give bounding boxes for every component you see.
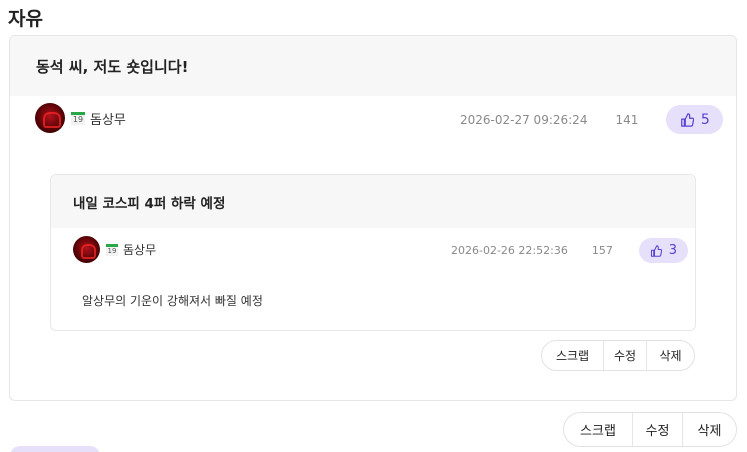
quoted-post-body: 알상무의 기운이 강해져서 빠질 예정 (82, 294, 263, 308)
edit-button[interactable]: 수정 (632, 413, 682, 446)
board-title: 자유 (8, 8, 43, 30)
quoted-author-name[interactable]: 돔상무 (123, 241, 156, 258)
post-card: 동석 씨, 저도 숏입니다! 19 돔상무 2026-02-27 09:26:2… (9, 35, 737, 401)
quoted-action-buttons: 스크랩 수정 삭제 (541, 340, 695, 371)
thumbs-up-icon (681, 112, 694, 127)
post-author-row: 19 돔상무 (35, 103, 126, 133)
quoted-delete-button[interactable]: 삭제 (646, 341, 694, 370)
post-title: 동석 씨, 저도 숏입니다! (36, 57, 189, 76)
bottom-action-button[interactable] (10, 446, 100, 452)
like-button[interactable]: 5 (666, 105, 724, 134)
quoted-like-button[interactable]: 3 (638, 238, 688, 263)
quoted-post-meta: 2026-02-26 22:52:36 157 3 (451, 238, 688, 263)
view-count: 141 (615, 112, 639, 127)
author-name[interactable]: 돔상무 (90, 109, 126, 128)
delete-button[interactable]: 삭제 (682, 413, 736, 446)
quoted-edit-button[interactable]: 수정 (603, 341, 646, 370)
scrap-button[interactable]: 스크랩 (564, 413, 632, 446)
quoted-avatar[interactable] (73, 236, 100, 263)
post-datetime: 2026-02-27 09:26:24 (460, 112, 588, 127)
post-meta: 2026-02-27 09:26:24 141 5 (460, 105, 724, 134)
quoted-post-card[interactable]: 내일 코스피 4퍼 하락 예정 19 돔상무 2026-02-26 22:52:… (50, 174, 696, 331)
like-count: 5 (700, 111, 710, 128)
quoted-post-datetime: 2026-02-26 22:52:36 (451, 244, 568, 257)
quoted-post-header: 내일 코스피 4퍼 하락 예정 (51, 175, 695, 228)
post-header: 동석 씨, 저도 숏입니다! (10, 36, 736, 96)
thumbs-up-icon (650, 244, 662, 257)
quoted-post-title: 내일 코스피 4퍼 하락 예정 (73, 195, 226, 212)
quoted-scrap-button[interactable]: 스크랩 (542, 341, 603, 370)
quoted-view-count: 157 (591, 244, 613, 257)
post-action-buttons: 스크랩 수정 삭제 (563, 412, 737, 447)
quoted-like-count: 3 (668, 243, 677, 258)
level-badge: 19 (71, 111, 85, 125)
avatar[interactable] (35, 103, 65, 133)
quoted-level-badge: 19 (106, 243, 118, 256)
quoted-author-row: 19 돔상무 (73, 236, 156, 263)
